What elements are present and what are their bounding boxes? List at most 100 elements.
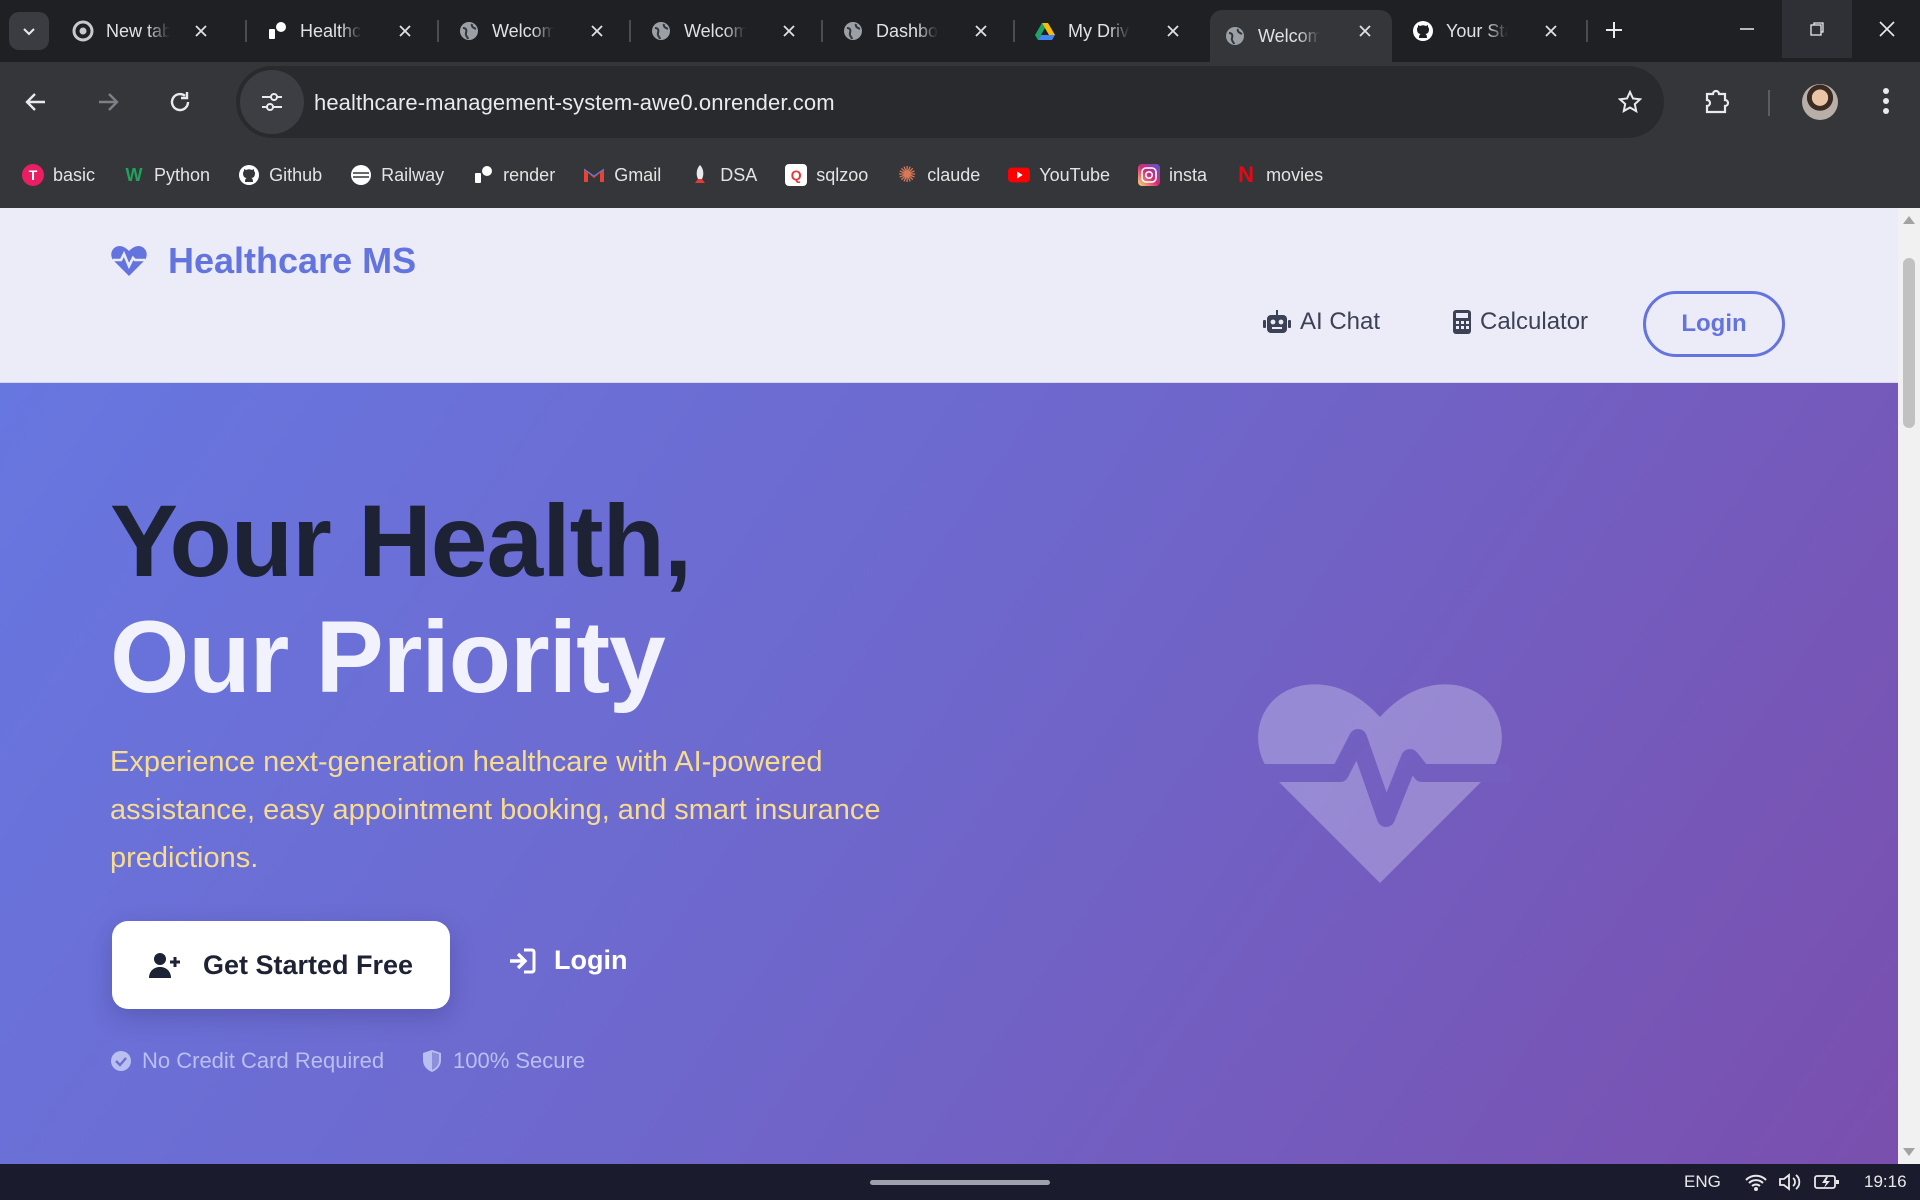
more-menu-icon[interactable] [1880, 84, 1892, 123]
back-button[interactable] [14, 80, 58, 124]
page-scrollbar[interactable] [1898, 208, 1920, 1164]
hero-title-line-1: Your Health, [110, 484, 692, 598]
url-text[interactable]: healthcare-management-system-awe0.onrend… [314, 90, 835, 116]
tab-title: Welcome [1258, 25, 1320, 46]
close-icon[interactable] [190, 20, 212, 42]
browser-tab[interactable]: New tab [58, 10, 228, 52]
youtube-icon [1008, 164, 1031, 186]
bookmark-github[interactable]: Github [238, 164, 322, 186]
browser-tab[interactable]: My Drive [1020, 10, 1200, 52]
browser-tab[interactable]: Dashboard [828, 10, 1008, 52]
sqlzoo-icon: Q [785, 164, 808, 186]
calculator-icon [1453, 310, 1471, 334]
bookmark-movies[interactable]: Nmovies [1235, 162, 1323, 187]
reload-icon [170, 92, 190, 112]
github-icon [1412, 20, 1434, 42]
browser-tab-active[interactable]: Welcome [1210, 10, 1392, 62]
close-icon[interactable] [1162, 20, 1184, 42]
globe-icon [842, 20, 864, 42]
brand-logo[interactable]: Healthcare MS [110, 240, 416, 282]
globe-icon [650, 20, 672, 42]
nav-ai-chat[interactable]: AI Chat [1262, 308, 1380, 336]
check-circle-icon [111, 1051, 131, 1071]
reload-button[interactable] [158, 80, 202, 124]
hero-section: Your Health, Our Priority Experience nex… [0, 383, 1898, 1164]
address-bar[interactable]: healthcare-management-system-awe0.onrend… [236, 66, 1664, 138]
restore-button[interactable] [1782, 0, 1852, 58]
netflix-icon: N [1238, 162, 1254, 187]
trust-secure: 100% Secure [421, 1048, 585, 1074]
tab-title: Dashboard [876, 20, 938, 41]
battery-icon[interactable] [1814, 1172, 1840, 1197]
minimize-button[interactable] [1712, 0, 1782, 58]
t-icon: T [22, 164, 44, 186]
sign-in-icon [510, 948, 536, 973]
bookmark-render[interactable]: render [472, 164, 555, 186]
gesture-handle[interactable] [870, 1180, 1050, 1185]
scroll-up-arrow[interactable] [1903, 216, 1915, 224]
claude-icon: ✺ [898, 162, 917, 187]
close-window-button[interactable] [1852, 0, 1920, 58]
globe-icon [458, 20, 480, 42]
profile-avatar[interactable] [1802, 84, 1838, 120]
forward-button[interactable] [86, 80, 130, 124]
close-icon[interactable] [778, 20, 800, 42]
hero-title: Your Health, Our Priority [110, 483, 692, 715]
shield-icon [423, 1050, 441, 1072]
browser-tab[interactable]: Welcome [636, 10, 816, 52]
bookmark-star-icon[interactable] [1617, 89, 1643, 119]
trust-no-credit-card: No Credit Card Required [110, 1048, 384, 1074]
extensions-icon[interactable] [1700, 84, 1734, 123]
browser-tab[interactable]: Welcome [444, 10, 624, 52]
close-icon[interactable] [394, 20, 416, 42]
scroll-down-arrow[interactable] [1903, 1148, 1915, 1156]
minimize-icon [1740, 28, 1754, 30]
scroll-thumb[interactable] [1903, 258, 1915, 428]
bookmark-claude[interactable]: ✺ claude [896, 162, 980, 187]
close-icon[interactable] [1540, 20, 1562, 42]
chevron-down-icon [23, 28, 35, 36]
bookmark-python[interactable]: W Python [123, 164, 211, 186]
nav-calculator[interactable]: Calculator [1452, 308, 1588, 336]
bookmark-youtube[interactable]: YouTube [1008, 164, 1110, 186]
bookmark-sqlzoo[interactable]: Qsqlzoo [785, 164, 868, 186]
nav-login-button[interactable]: Login [1643, 291, 1785, 357]
tab-title: Your Stars [1446, 20, 1508, 41]
clock[interactable]: 19:16 [1864, 1172, 1907, 1192]
plus-icon [1606, 22, 1622, 38]
bookmark-dsa[interactable]: DSA [689, 164, 757, 186]
language-indicator[interactable]: ENG [1684, 1172, 1721, 1192]
bookmarks-bar: Tbasic W Python Github Railway render Gma… [0, 142, 1920, 208]
hero-login-link[interactable]: Login [508, 945, 627, 976]
close-icon[interactable] [970, 20, 992, 42]
tab-search-button[interactable] [9, 12, 49, 50]
browser-tab[interactable]: Healthcare [252, 10, 432, 52]
bookmark-gmail[interactable]: Gmail [583, 164, 661, 186]
page-viewport: Healthcare MS AI Chat Calculator Login Y… [0, 208, 1898, 1164]
instagram-icon [1138, 164, 1161, 186]
restore-icon [1810, 22, 1824, 36]
tab-title: Healthcare [300, 20, 362, 41]
render-icon [472, 164, 494, 186]
get-started-button[interactable]: Get Started Free [112, 921, 450, 1009]
globe-icon [1224, 25, 1246, 47]
w-icon: W [125, 164, 143, 185]
gmail-icon [583, 164, 605, 186]
browser-tab[interactable]: Your Stars [1398, 10, 1578, 52]
bookmark-insta[interactable]: insta [1138, 164, 1207, 186]
volume-icon[interactable] [1778, 1172, 1802, 1197]
tab-title: New tab [106, 20, 170, 41]
heartbeat-icon [111, 246, 147, 276]
arrow-right-icon [99, 93, 119, 111]
bookmark-railway[interactable]: Railway [350, 164, 444, 186]
new-tab-button[interactable] [1598, 14, 1630, 46]
robot-icon [1263, 310, 1291, 333]
tab-strip: New tab Healthcare Welcome Welcome Dashb… [0, 0, 1920, 62]
site-info-button[interactable] [240, 70, 304, 134]
arrow-left-icon [25, 93, 45, 111]
bookmark-basic[interactable]: Tbasic [22, 164, 95, 186]
wifi-icon[interactable] [1744, 1172, 1768, 1197]
close-icon[interactable] [1354, 20, 1376, 42]
google-drive-icon [1034, 20, 1056, 42]
close-icon[interactable] [586, 20, 608, 42]
